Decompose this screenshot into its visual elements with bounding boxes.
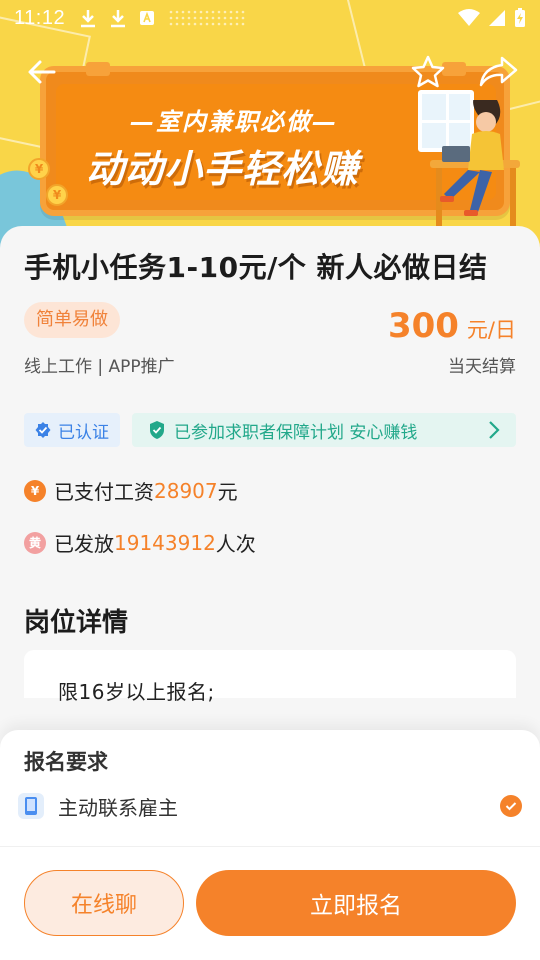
notification-icons [79,8,247,28]
online-chat-button[interactable]: 在线聊 [24,870,184,936]
certified-badge: 已认证 [24,413,120,447]
star-icon[interactable] [410,54,446,90]
apply-button[interactable]: 立即报名 [196,870,516,936]
board-clip [86,62,110,76]
section-title: 岗位详情 [24,608,129,638]
woman-laptop-illustration [430,100,520,228]
shield-check-icon [150,421,164,439]
paid-amount: 28907 [154,478,218,503]
salary: 300 元/日 [388,306,516,346]
paid-suffix: 元 [217,480,238,504]
banner-headline: 动动小手轻松赚 [86,147,360,191]
issued-suffix: 人次 [215,532,256,556]
salary-unit: 元/日 [466,318,516,342]
paid-wages-row: ¥ 已支付工资 28907 元 [24,476,238,505]
dots-icon [169,10,245,26]
coin-icon: ¥ [46,184,68,206]
job-meta: 线上工作 | APP推广 [24,357,175,377]
guarantee-label: 已参加求职者保障计划 安心赚钱 [174,422,418,443]
verified-icon [35,422,51,438]
header-banner: —室内兼职必做— 动动小手轻松赚 ¥ ¥ [0,0,540,250]
wifi-icon [458,9,480,26]
issued-row: 黄 已发放 19143912 人次 [24,528,256,557]
arrow-left-icon[interactable] [24,54,60,90]
signal-icon [489,10,505,26]
system-icons [458,8,526,28]
issued-count: 19143912 [114,530,216,555]
download-icon [81,10,96,28]
coin-icon: ¥ [28,158,50,180]
a-box-icon [140,11,155,25]
settlement-text: 当天结算 [448,357,516,377]
job-title: 手机小任务1-10元/个 新人必做日结 [24,251,488,284]
requirement-item[interactable]: 主动联系雇主 [18,790,522,822]
certified-label: 已认证 [58,422,109,443]
requirements-title: 报名要求 [24,750,108,774]
check-icon [500,795,522,817]
paid-prefix: 已支付工资 [54,480,154,504]
phone-icon [18,793,44,819]
status-time: 11:12 [14,6,66,29]
salary-amount: 300 [387,306,459,346]
chevron-right-icon [489,421,500,439]
download-icon [111,10,126,28]
money-bag-icon: ¥ [24,479,46,502]
issued-prefix: 已发放 [54,532,114,556]
status-bar: 11:12 [0,0,540,36]
battery-charging-icon [515,8,525,27]
share-icon[interactable] [478,54,518,90]
badge-icon: 黄 [24,531,46,554]
detail-text: 限16岁以上报名; [58,680,215,704]
easy-tag: 简单易做 [24,302,120,338]
banner-subtitle: —室内兼职必做— [130,108,338,136]
guarantee-banner[interactable]: 已参加求职者保障计划 安心赚钱 [132,413,516,447]
requirement-label: 主动联系雇主 [58,795,178,820]
